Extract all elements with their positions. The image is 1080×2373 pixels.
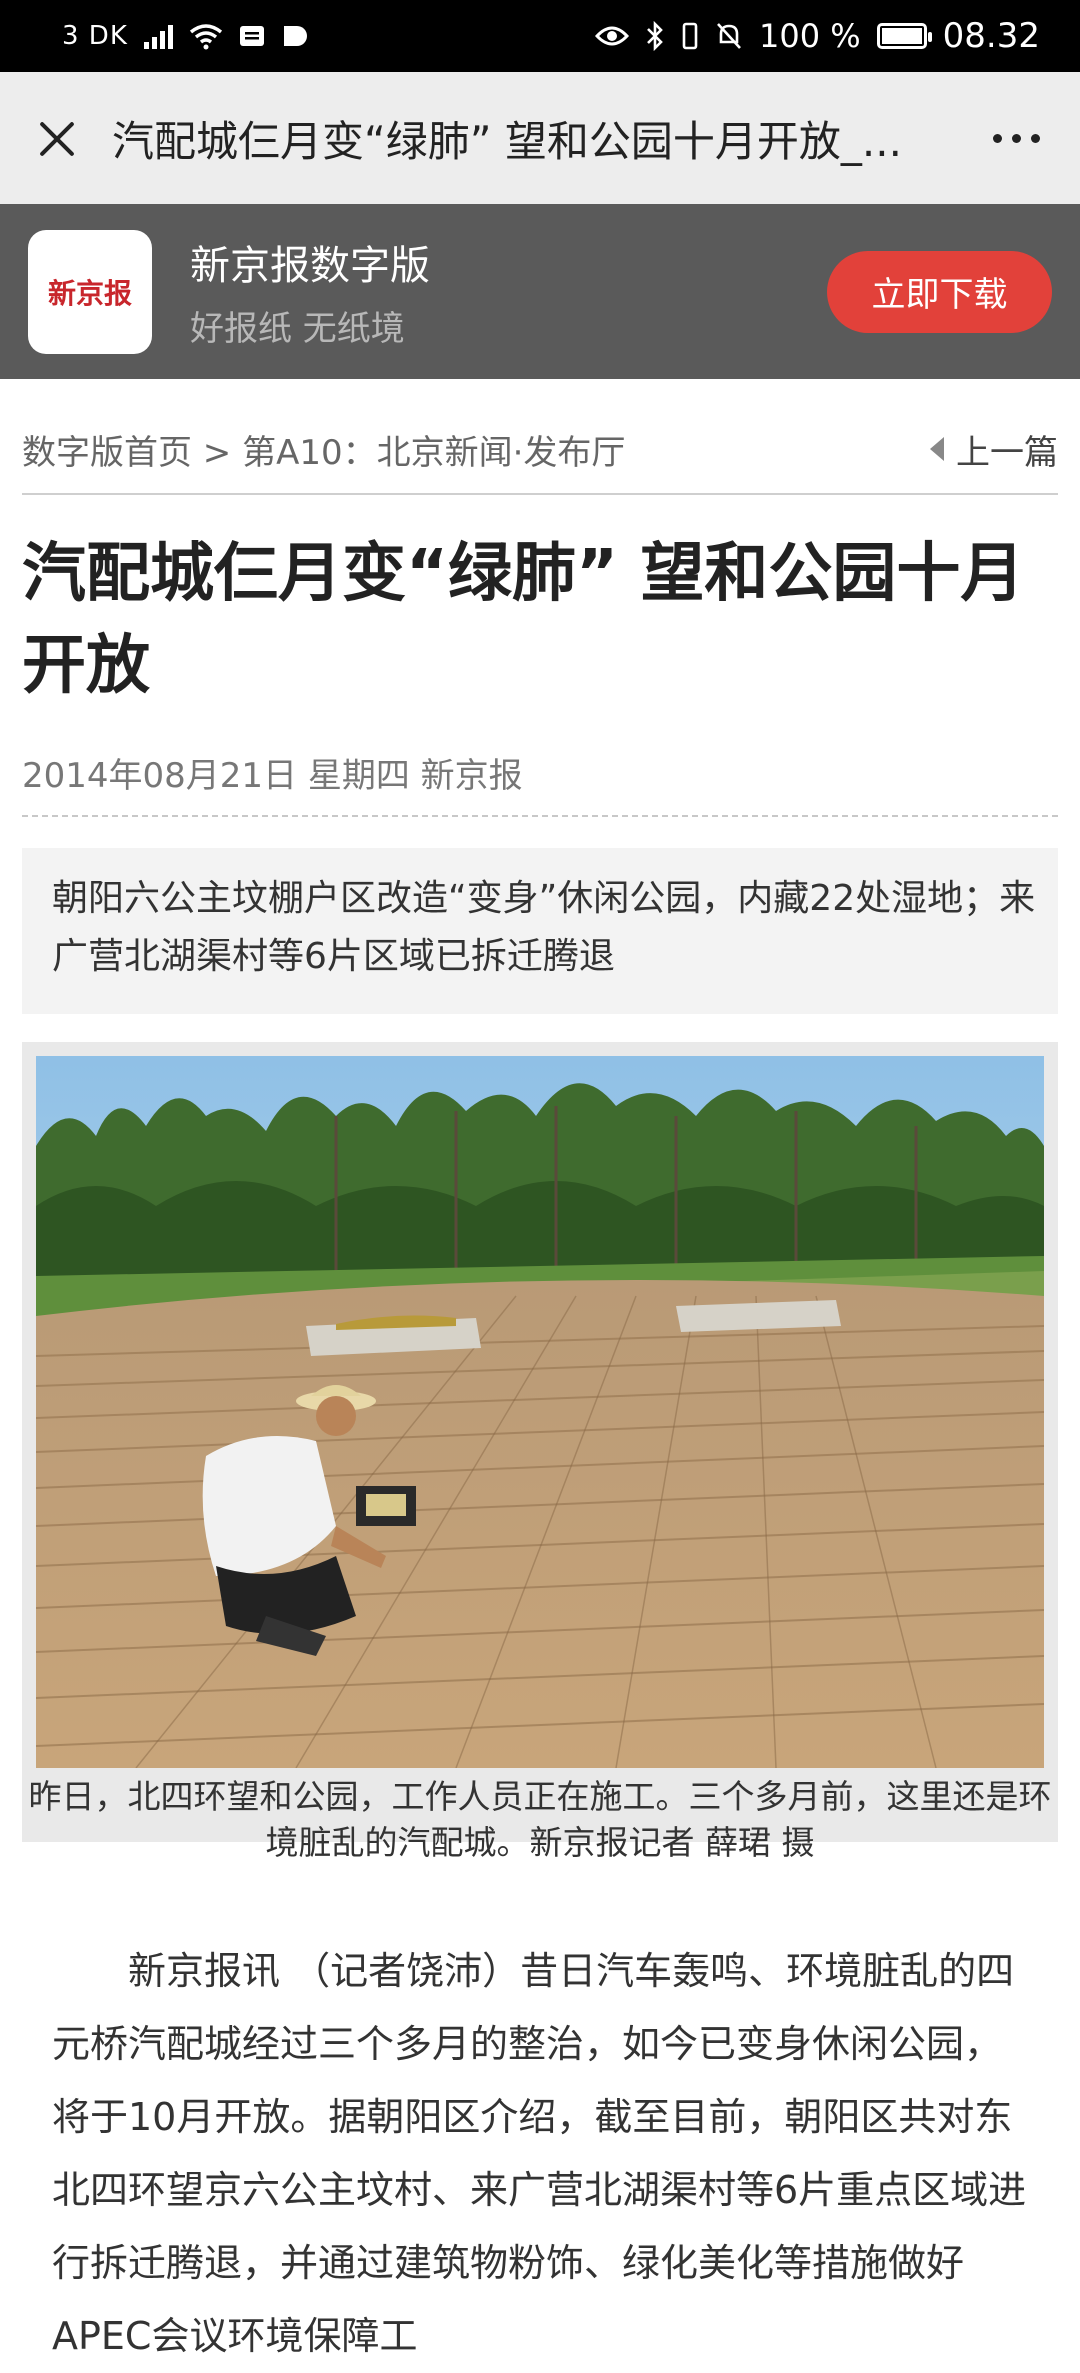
signal-icon bbox=[143, 23, 173, 49]
article-meta: 2014年08月21日 星期四 新京报 bbox=[22, 756, 523, 796]
article-title: 汽配城仨月变“绿肺” 望和公园十月开放 bbox=[22, 537, 1025, 703]
page-title: 汽配城仨月变“绿肺” 望和公园十月开放_... bbox=[112, 116, 902, 166]
article-body: 新京报讯 （记者饶沛）昔日汽车轰鸣、环境脏乱的四元桥汽配城经过三个多月的整治，如… bbox=[52, 1949, 1027, 2358]
vibrate-icon bbox=[682, 22, 698, 50]
breadcrumb-row: 数字版首页 > 第A10：北京新闻·发布厅 上一篇 bbox=[22, 405, 1058, 495]
app-name: 新京报数字版 bbox=[190, 243, 430, 289]
battery-percent: 100 % bbox=[759, 17, 861, 55]
app-slogan: 好报纸 无纸境 bbox=[190, 309, 405, 349]
app-download-banner: 新京报 新京报数字版 好报纸 无纸境 立即下载 bbox=[0, 204, 1080, 379]
photo-caption: 昨日，北四环望和公园，工作人员正在施工。三个多月前，这里还是环境脏乱的汽配城。新… bbox=[28, 1777, 1052, 1862]
clock: 08.32 bbox=[942, 16, 1040, 56]
app-info: 新京报数字版 好报纸 无纸境 bbox=[190, 233, 827, 350]
article-subtitle: 朝阳六公主坟棚户区改造“变身”休闲公园，内藏22处湿地；来广营北湖渠村等6片区域… bbox=[22, 848, 1058, 1014]
article-figure: 昨日，北四环望和公园，工作人员正在施工。三个多月前，这里还是环境脏乱的汽配城。新… bbox=[22, 1042, 1058, 1862]
left-arrow-icon bbox=[930, 437, 944, 461]
breadcrumb[interactable]: 数字版首页 > 第A10：北京新闻·发布厅 bbox=[22, 425, 625, 474]
battery-icon bbox=[876, 23, 932, 49]
top-navigation-bar: 汽配城仨月变“绿肺” 望和公园十月开放_... bbox=[0, 72, 1080, 204]
bluetooth-icon bbox=[647, 21, 663, 51]
download-button[interactable]: 立即下载 bbox=[827, 250, 1052, 333]
divider bbox=[22, 815, 1058, 817]
carrier-label: 3 DK bbox=[62, 21, 128, 51]
wifi-icon bbox=[189, 24, 222, 50]
message-icon bbox=[239, 26, 264, 46]
mute-bell-icon bbox=[717, 23, 741, 49]
previous-article-label: 上一篇 bbox=[956, 432, 1058, 473]
more-options-icon[interactable] bbox=[993, 133, 1040, 143]
status-left: 3 DK bbox=[62, 21, 309, 51]
article-photo[interactable] bbox=[36, 1056, 1044, 1768]
status-bar: 3 DK 100 % 08.32 bbox=[0, 0, 1080, 72]
previous-article-link[interactable]: 上一篇 bbox=[930, 425, 1058, 474]
status-right: 100 % 08.32 bbox=[595, 16, 1040, 56]
eye-icon bbox=[595, 26, 629, 46]
close-icon[interactable] bbox=[30, 112, 82, 164]
app-notification-icon bbox=[283, 26, 307, 46]
battery-fill bbox=[881, 28, 922, 44]
app-logo: 新京报 bbox=[28, 229, 152, 354]
